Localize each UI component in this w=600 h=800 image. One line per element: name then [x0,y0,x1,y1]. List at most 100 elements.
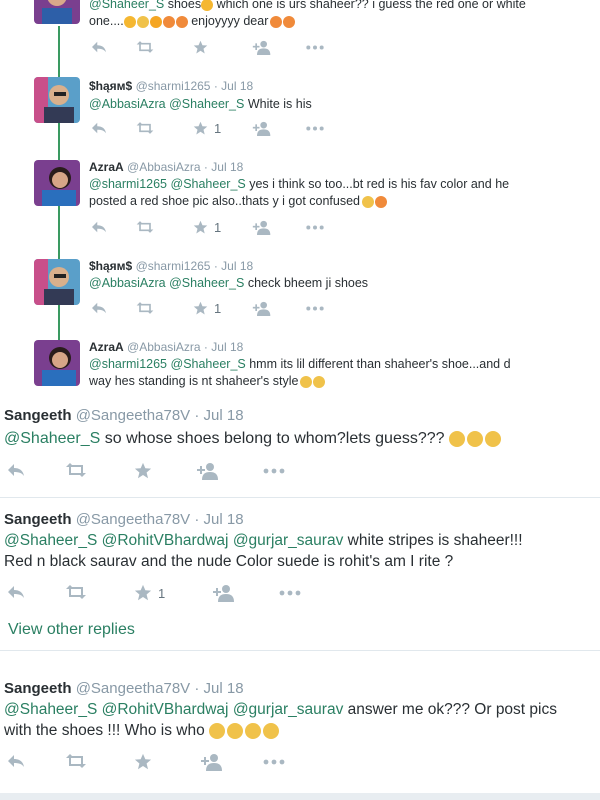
avatar[interactable] [34,259,80,305]
reply-icon[interactable] [6,753,26,769]
retweet-icon[interactable] [64,462,88,478]
tweet-header: $hąям$ @sharmi1265 · Jul 18 [89,259,254,273]
view-other-replies-link[interactable]: View other replies [8,621,135,639]
tweet-text: @Shaheer_S @RohitVBhardwaj @gurjar_saura… [4,701,557,739]
follow-icon[interactable] [252,40,272,55]
tweet-actions [6,753,306,773]
emoji [270,15,283,28]
reply-icon[interactable] [90,121,108,135]
more-icon[interactable] [305,44,325,51]
mention-link[interactable]: @AbbasiAzra [89,276,166,290]
user-handle[interactable]: @Sangeetha78V [76,407,191,424]
follow-icon[interactable] [200,753,224,771]
mention-link[interactable]: @sharmi1265 [89,357,167,371]
reply-icon[interactable] [6,462,26,478]
like-icon[interactable]: 1 [134,584,165,602]
tweet-actions: 1 [90,301,330,321]
mention-link[interactable]: @Shaheer_S [4,701,97,718]
like-icon[interactable]: 1 [193,301,221,316]
follow-icon[interactable] [252,301,272,316]
more-icon[interactable] [305,125,325,132]
display-name[interactable]: $hąям$ [89,259,132,273]
mention-link[interactable]: @Shaheer_S [89,0,164,11]
mention-link[interactable]: @sharmi1265 [89,177,167,191]
reply-icon[interactable] [90,301,108,315]
follow-icon[interactable] [196,462,220,480]
mention-link[interactable]: @gurjar_saurav [233,701,344,718]
mention-link[interactable]: @Shaheer_S [171,177,246,191]
retweet-icon[interactable] [135,220,155,234]
emoji [375,195,388,208]
emoji [245,722,262,739]
avatar[interactable] [34,0,80,24]
user-handle[interactable]: @Sangeetha78V [76,680,191,697]
more-icon[interactable] [305,224,325,231]
retweet-icon[interactable] [64,584,88,600]
like-icon[interactable] [134,753,152,771]
tweet-actions: 1 [90,220,330,240]
timestamp[interactable]: Jul 18 [204,511,244,528]
mention-link[interactable]: @gurjar_saurav [233,532,344,549]
mention-link[interactable]: @AbbasiAzra [89,97,166,111]
mention-link[interactable]: @RohitVBhardwaj [102,532,229,549]
like-icon[interactable] [193,40,208,55]
timestamp[interactable]: Jul 18 [204,680,244,697]
emoji [162,15,175,28]
avatar[interactable] [34,77,80,123]
display-name[interactable]: Sangeeth [4,680,72,697]
avatar[interactable] [34,340,80,386]
mention-link[interactable]: @Shaheer_S [4,430,100,447]
follow-icon[interactable] [252,121,272,136]
user-handle[interactable]: @sharmi1265 [136,79,211,93]
reply-icon[interactable] [90,40,108,54]
timestamp[interactable]: Jul 18 [211,340,243,354]
mention-link[interactable]: @Shaheer_S [4,532,97,549]
mention-link[interactable]: @Shaheer_S [169,97,244,111]
more-icon[interactable] [278,589,302,597]
mention-link[interactable]: @RohitVBhardwaj [102,701,229,718]
display-name[interactable]: Sangeeth [4,511,72,528]
emoji [175,15,188,28]
retweet-icon[interactable] [135,121,155,135]
reply-icon[interactable] [6,584,26,600]
display-name[interactable]: $hąям$ [89,79,132,93]
tweet-text: @AbbasiAzra @Shaheer_S White is his [89,97,312,111]
tweet-actions: 1 [90,121,330,141]
mention-link[interactable]: @Shaheer_S [171,357,246,371]
timestamp[interactable]: Jul 18 [204,407,244,424]
like-icon[interactable] [134,462,152,480]
display-name[interactable]: AzraA [89,160,124,174]
like-icon[interactable]: 1 [193,121,221,136]
timestamp[interactable]: Jul 18 [221,259,253,273]
follow-icon[interactable] [252,220,272,235]
tweet-text: @Shaheer_S shoes which one is urs shahee… [89,0,559,30]
timestamp[interactable]: Jul 18 [211,160,243,174]
tweet-text: @AbbasiAzra @Shaheer_S check bheem ji sh… [89,276,369,290]
emoji [209,722,226,739]
user-handle[interactable]: @AbbasiAzra [127,160,201,174]
more-icon[interactable] [305,305,325,312]
mention-link[interactable]: @Shaheer_S [169,276,244,290]
more-icon[interactable] [262,758,286,766]
tweet-text: @Shaheer_S @RohitVBhardwaj @gurjar_saura… [4,532,523,570]
emoji [283,15,296,28]
like-icon[interactable]: 1 [193,220,221,235]
user-handle[interactable]: @AbbasiAzra [127,340,201,354]
display-name[interactable]: AzraA [89,340,124,354]
avatar[interactable] [34,160,80,206]
emoji [313,375,326,388]
retweet-icon[interactable] [64,753,88,769]
retweet-icon[interactable] [135,40,155,54]
timestamp[interactable]: Jul 18 [221,79,253,93]
tweet-header: Sangeeth @Sangeetha78V · Jul 18 [4,680,244,697]
user-handle[interactable]: @Sangeetha78V [76,511,191,528]
reply-icon[interactable] [90,220,108,234]
follow-icon[interactable] [212,584,236,602]
retweet-icon[interactable] [135,301,155,315]
emoji [449,430,465,447]
user-handle[interactable]: @sharmi1265 [136,259,211,273]
more-icon[interactable] [262,467,286,475]
tweet-header: AzraA @AbbasiAzra · Jul 18 [89,340,244,354]
emoji [362,195,375,208]
display-name[interactable]: Sangeeth [4,407,72,424]
